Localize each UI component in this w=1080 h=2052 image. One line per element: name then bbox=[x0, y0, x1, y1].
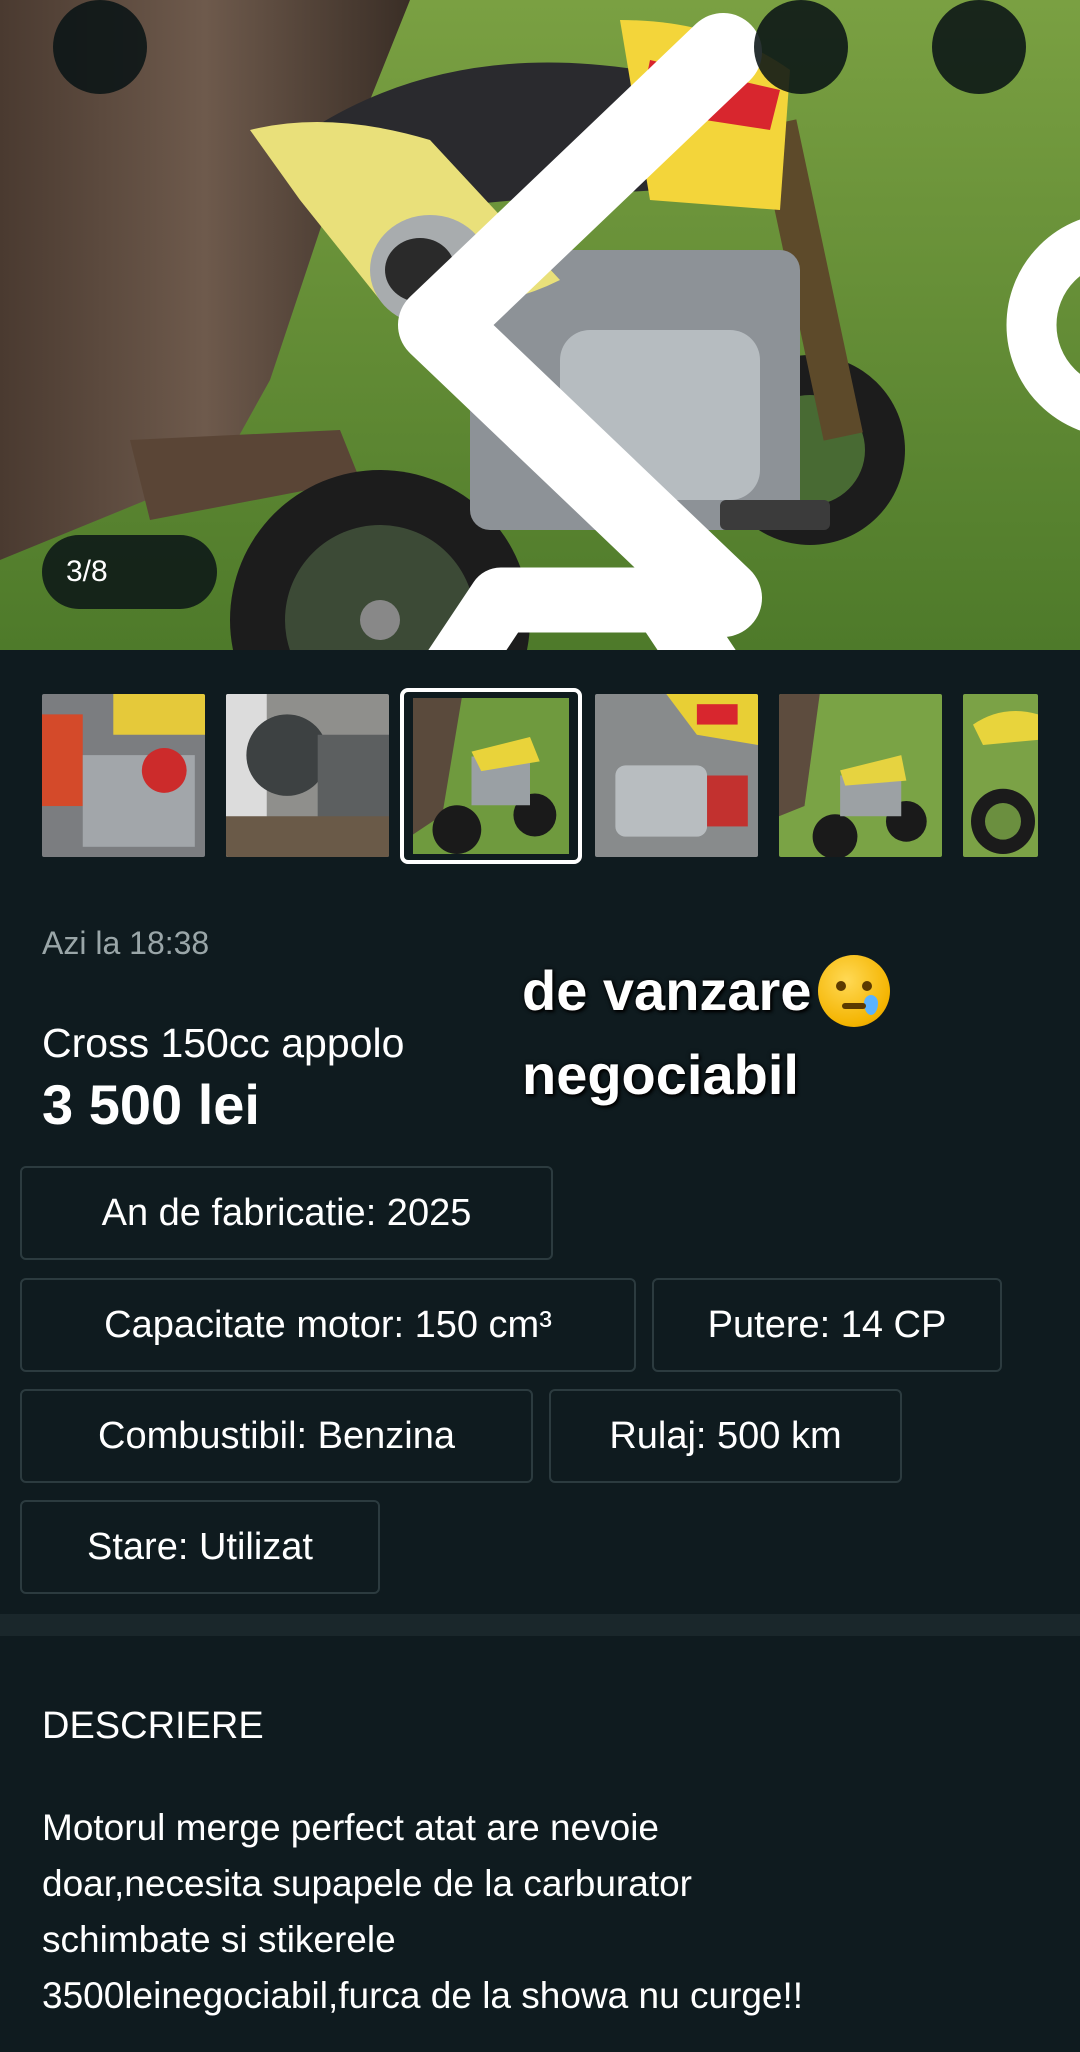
crying-face-icon bbox=[817, 955, 890, 1027]
thumbnail-1[interactable] bbox=[42, 694, 205, 857]
spec-power-chip: Putere: 14 CP bbox=[652, 1278, 1002, 1372]
spec-fuel-chip: Combustibil: Benzina bbox=[20, 1389, 533, 1483]
listing-date: Azi la 18:38 bbox=[42, 925, 210, 961]
description-line-2: doar,necesita supapele de la carburator bbox=[42, 1863, 692, 1904]
thumbnail-4[interactable] bbox=[595, 694, 758, 857]
spec-engine-chip: Capacitate motor: 150 cm³ bbox=[20, 1278, 636, 1372]
listing-price: 3 500 lei bbox=[42, 1073, 260, 1136]
description-line-1: Motorul merge perfect atat are nevoie bbox=[42, 1807, 659, 1848]
more-options-button[interactable] bbox=[932, 0, 1026, 94]
description-line-4: 3500leinegociabil,furca de la showa nu c… bbox=[42, 1975, 804, 2016]
back-button[interactable] bbox=[53, 0, 762, 637]
spec-condition-chip: Stare: Utilizat bbox=[20, 1500, 380, 1594]
spec-mileage-chip: Rulaj: 500 km bbox=[549, 1389, 902, 1483]
listing-title: Cross 150cc appolo bbox=[42, 1020, 405, 1066]
overlay-caption-line2: negociabil bbox=[522, 1043, 799, 1106]
thumbnail-2[interactable] bbox=[226, 694, 389, 857]
thumbnail-3-selected[interactable] bbox=[400, 688, 582, 864]
overlay-caption: de vanzare negociabil bbox=[522, 955, 890, 1103]
thumbnail-strip[interactable] bbox=[0, 688, 1080, 864]
thumbnail-5[interactable] bbox=[779, 694, 942, 857]
description-line-3: schimbate si stikerele bbox=[42, 1919, 396, 1960]
description-body: Motorul merge perfect atat are nevoie do… bbox=[42, 1800, 1052, 2024]
section-divider bbox=[0, 1614, 1080, 1636]
description-heading: DESCRIERE bbox=[42, 1705, 264, 1747]
photo-counter: 3/8 bbox=[42, 535, 736, 650]
share-button[interactable] bbox=[754, 0, 1080, 431]
thumbnail-6[interactable] bbox=[963, 694, 1038, 857]
camera-icon bbox=[428, 567, 736, 650]
main-photo[interactable]: 3/8 bbox=[0, 0, 1080, 650]
spec-year-chip: An de fabricatie: 2025 bbox=[20, 1166, 553, 1260]
overlay-caption-line1: de vanzare bbox=[522, 959, 812, 1022]
